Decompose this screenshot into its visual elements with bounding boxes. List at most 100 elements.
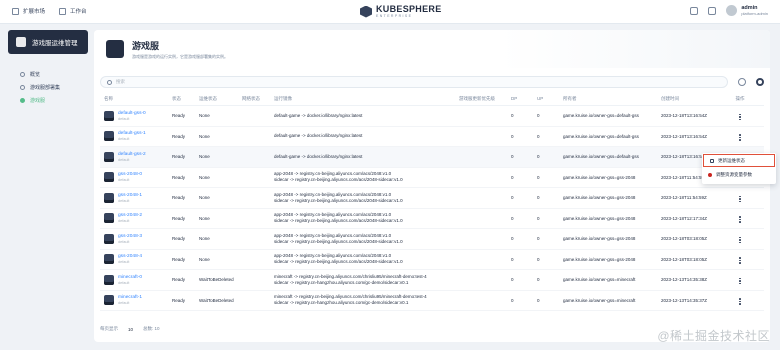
gameserver-link[interactable]: default-gss-2 (118, 152, 146, 157)
edit-icon (710, 158, 714, 163)
table-row[interactable]: minecraft-1 default Ready WaitToBeDeleted mi… (100, 291, 764, 311)
refresh-icon[interactable] (738, 78, 746, 86)
status-cell: Ready (172, 256, 186, 262)
owner-cell: game.kruise.io/owner-gss=minecraft (563, 297, 636, 303)
row-actions[interactable] (727, 132, 753, 141)
image-cell: app-2048 -> registry.cn-beijing.aliyuncs… (274, 233, 459, 245)
menu-item-update-maintenance[interactable]: 更新运维状态 (703, 154, 775, 167)
owner-cell: game.kruise.io/owner-gss=gss-2048 (563, 174, 636, 180)
column-header[interactable]: 创建时间 (661, 96, 727, 102)
row-actions[interactable] (727, 275, 753, 285)
image-line: default-game -> docker.io/library/nginx:… (274, 133, 363, 139)
top-link-0[interactable]: 扩展市场 (12, 7, 45, 15)
gameserver-link[interactable]: gss-2048-1 (118, 193, 142, 198)
sidebar-item-1[interactable]: 游戏服部署集 (8, 81, 88, 94)
image-cell: default-game -> docker.io/library/nginx:… (274, 133, 459, 139)
namespace-label: default (118, 301, 130, 306)
table-row[interactable]: gss-2048-3 default Ready None app-2048 -> re… (100, 229, 764, 250)
table-row[interactable]: default-gss-1 default Ready None default-gam… (100, 127, 764, 147)
menu-item-adjust-resources[interactable]: 调整资源变量参数 (702, 168, 776, 181)
row-actions[interactable] (727, 214, 753, 223)
row-actions[interactable] (727, 296, 753, 305)
column-header[interactable]: 游戏服更新优先级 (459, 96, 511, 102)
image-line: sidecar -> registry.cn-hangzhou.aliyuncs… (274, 279, 409, 285)
up-cell: 0 (537, 154, 540, 160)
up-cell: 0 (537, 256, 540, 262)
column-header[interactable]: 名称 (100, 96, 172, 102)
more-icon[interactable] (739, 236, 741, 244)
page-size-select[interactable]: 10 (128, 327, 133, 332)
name-cell: gss-2048-1 default (100, 192, 172, 203)
gameserver-icon (104, 233, 114, 244)
column-header[interactable]: 运行镜像 (274, 96, 459, 102)
gameserver-link[interactable]: minecraft-1 (118, 295, 142, 300)
row-actions[interactable] (727, 111, 753, 121)
created-time-cell: 2023-12-18T11:54:59Z (661, 195, 707, 201)
gameserver-icon (104, 295, 114, 306)
gameserver-link[interactable]: minecraft-0 (118, 275, 142, 280)
created-time-cell: 2023-12-18T03:18:05Z (661, 236, 708, 242)
table-row[interactable]: gss-2048-1 default Ready None app-2048 -> re… (100, 188, 764, 209)
gear-icon[interactable] (756, 78, 764, 86)
brand-name: KUBESPHERE (376, 4, 442, 14)
gameserver-link[interactable]: gss-2048-3 (118, 234, 142, 239)
gameserver-link[interactable]: default-gss-1 (118, 131, 146, 136)
search-icon (107, 79, 112, 85)
user-menu[interactable]: admin platform-admin (726, 5, 768, 16)
more-icon[interactable] (739, 113, 741, 121)
owner-cell: game.kruise.io/owner-gss=gss-2048 (563, 215, 636, 221)
dp-cell: 0 (511, 133, 514, 139)
sidebar: 游戏服运维管理 概览 游戏服部署集 游戏服 (8, 30, 88, 107)
column-header[interactable]: 所有者 (563, 96, 661, 102)
column-header[interactable]: 操作 (727, 96, 753, 102)
gameserver-link[interactable]: gss-2048-0 (118, 172, 142, 177)
maintenance-state-cell: None (199, 154, 210, 160)
sidebar-item-0[interactable]: 概览 (8, 68, 88, 81)
total-count: 总数: 10 (143, 326, 160, 331)
status-cell: Ready (172, 154, 186, 160)
column-header[interactable]: 网络状态 (242, 96, 274, 102)
table-row[interactable]: gss-2048-2 default Ready None app-2048 -> re… (100, 209, 764, 229)
watermark: @稀土掘金技术社区 (657, 329, 770, 343)
settings-icon[interactable] (708, 6, 717, 15)
row-actions[interactable] (727, 255, 753, 264)
sidebar-item-label: 游戏服 (30, 98, 46, 104)
dp-cell: 0 (511, 236, 514, 242)
toolbar: 搜索 (100, 76, 764, 88)
search-input[interactable]: 搜索 (100, 76, 728, 88)
column-header[interactable]: 运维状态 (199, 96, 242, 102)
more-icon[interactable] (739, 257, 741, 264)
avatar (726, 5, 738, 16)
table-row[interactable]: minecraft-0 default Ready WaitToBeDeleted mi… (100, 270, 764, 291)
more-icon[interactable] (739, 195, 741, 203)
column-header[interactable]: 状态 (172, 96, 199, 102)
toolbox-icon[interactable] (690, 6, 699, 15)
column-header[interactable]: UP (537, 96, 563, 101)
row-actions[interactable] (727, 234, 753, 244)
column-header[interactable]: DP (511, 96, 537, 101)
image-line: sidecar -> registry.cn-beijing.aliyuncs.… (274, 238, 403, 244)
table-row[interactable]: default-gss-2 default Ready None default-gam… (100, 147, 764, 168)
gameserver-link[interactable]: gss-2048-2 (118, 213, 142, 218)
more-icon[interactable] (739, 277, 741, 285)
more-icon[interactable] (739, 298, 741, 305)
main-panel: 游戏服 游戏服是游戏的运行实例，它是游戏服部署集的实例。 搜索 名称 状态 运维状态… (94, 30, 770, 342)
gameserver-link[interactable]: gss-2048-4 (118, 254, 142, 259)
namespace-label: default (118, 157, 130, 162)
top-link-1[interactable]: 工作台 (59, 7, 87, 15)
gameserver-link[interactable]: default-gss-0 (118, 111, 146, 116)
more-icon[interactable] (739, 134, 741, 141)
delete-icon (708, 172, 712, 177)
created-time-cell: 2023-12-18T13:16:54Z (661, 113, 708, 119)
sidebar-item-2[interactable]: 游戏服 (8, 94, 88, 107)
more-icon[interactable] (739, 216, 741, 223)
status-cell: Ready (172, 215, 186, 221)
brand-logo[interactable]: KUBESPHERE ENTERPRISE (360, 5, 442, 18)
table-row[interactable]: gss-2048-4 default Ready None app-2048 -> re… (100, 250, 764, 270)
image-cell: app-2048 -> registry.cn-beijing.aliyuncs… (274, 212, 459, 224)
image-line: default-game -> docker.io/library/nginx:… (274, 153, 363, 159)
table-row[interactable]: default-gss-0 default Ready None default-gam… (100, 106, 764, 127)
table-row[interactable]: gss-2048-0 default Ready None app-2048 -> re… (100, 168, 764, 188)
row-actions[interactable] (727, 193, 753, 203)
dp-cell: 0 (511, 215, 514, 221)
